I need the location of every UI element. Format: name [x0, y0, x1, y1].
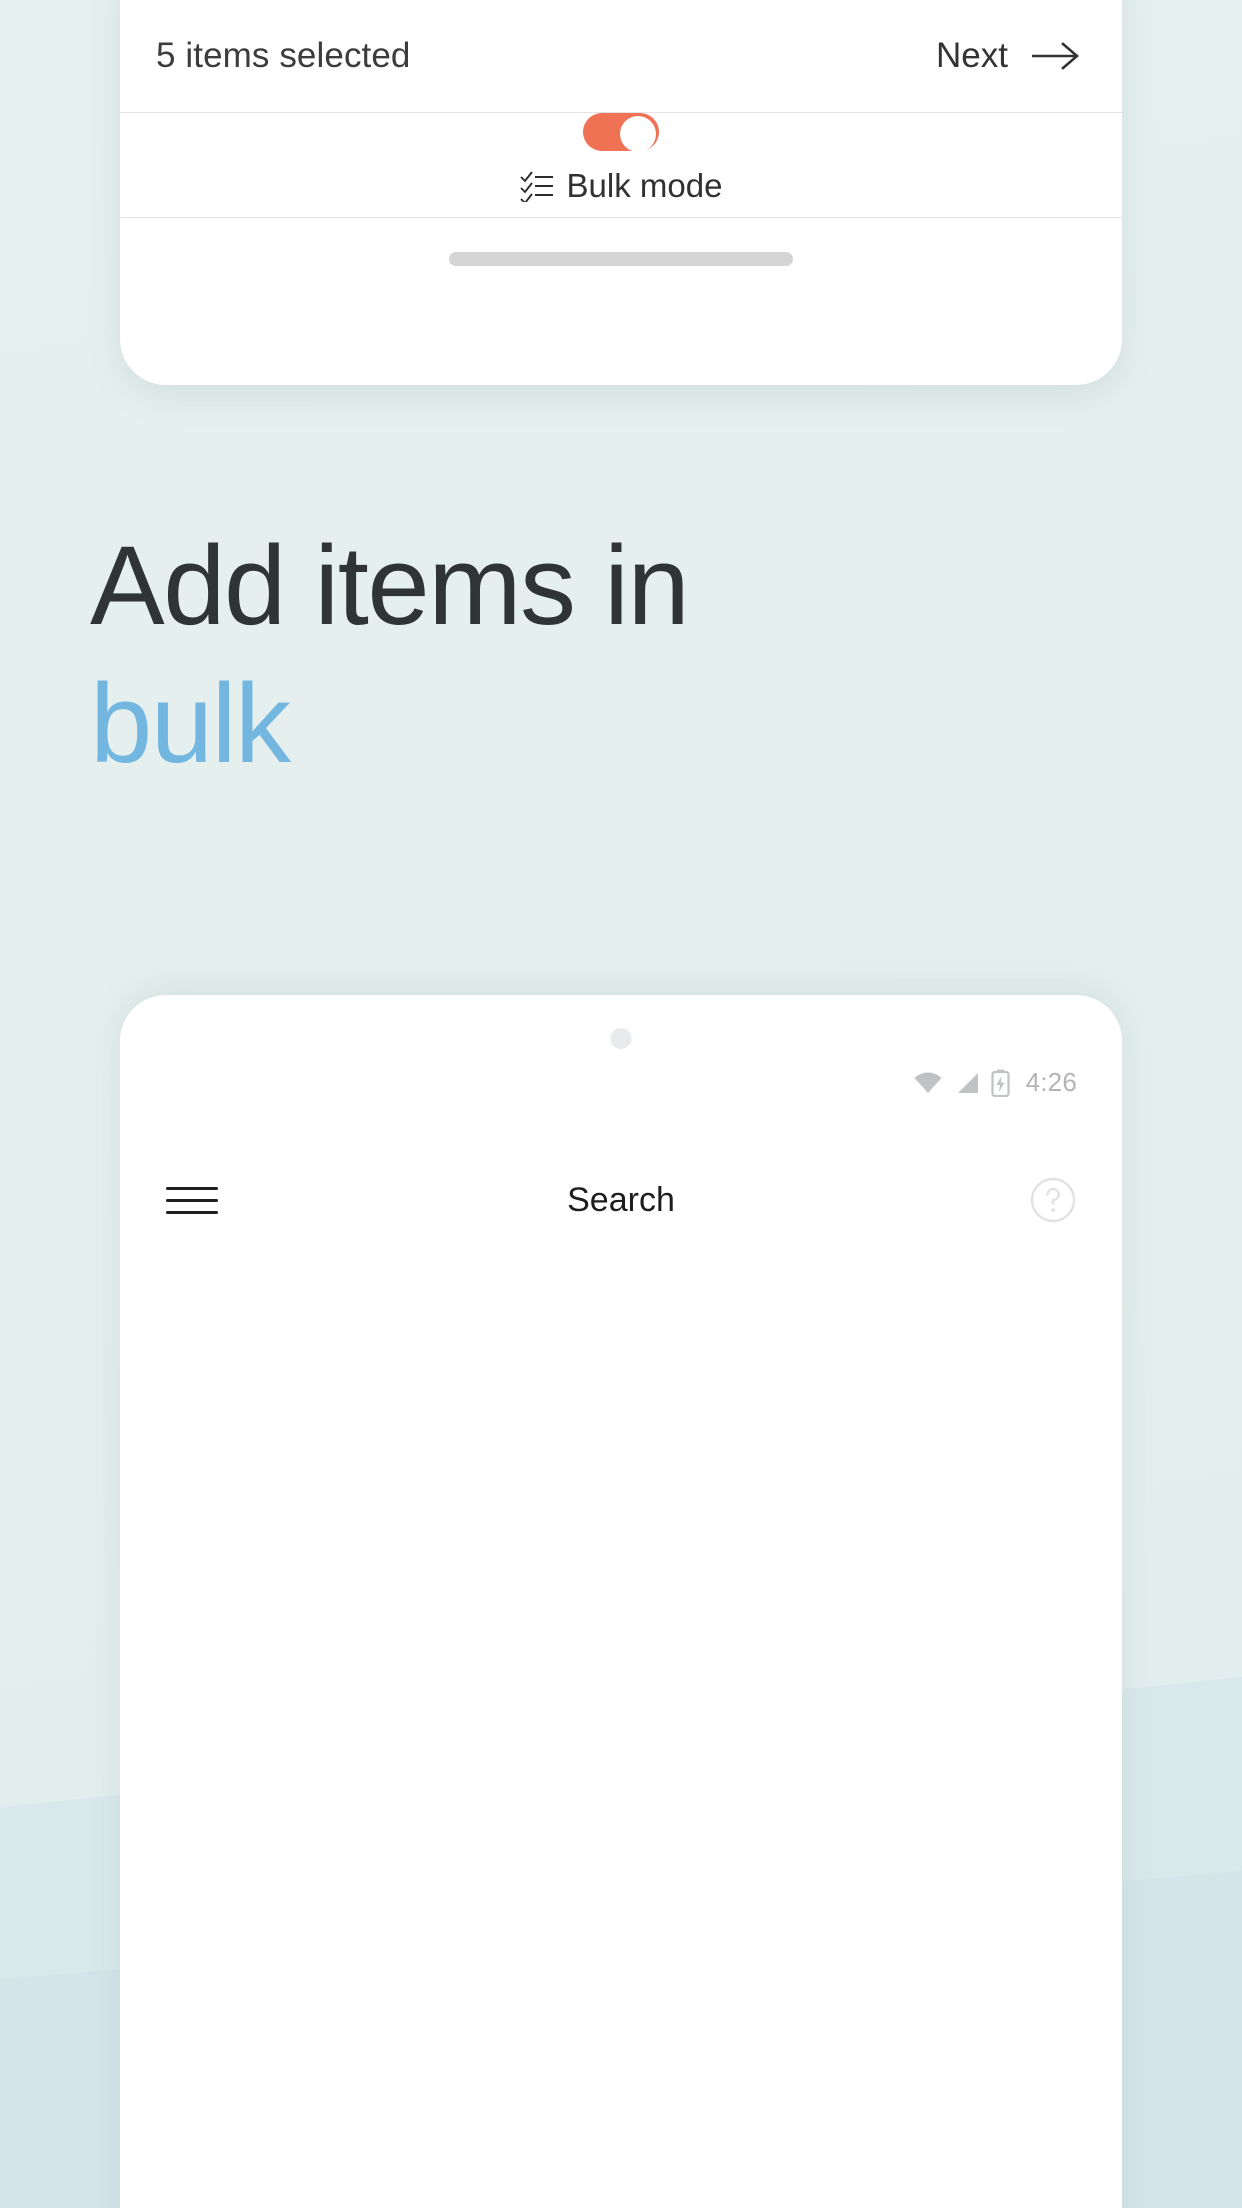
checklist-icon — [519, 171, 553, 202]
bulk-mode-section: Bulk mode — [120, 113, 1122, 218]
selected-count-label: 5 items selected — [156, 36, 411, 75]
bulk-mode-label: Bulk mode — [566, 167, 723, 204]
status-bar: 4:26 — [913, 1067, 1077, 1098]
promo-screenshot: 5 items selected Next Bulk mode Add item… — [0, 0, 1242, 2208]
selection-bar: 5 items selected Next — [120, 0, 1122, 113]
wifi-icon — [914, 1071, 942, 1093]
headline-line-2: bulk — [90, 661, 291, 786]
status-bar-time: 4:26 — [1025, 1067, 1077, 1097]
headline-line-1: Add items in — [90, 523, 690, 648]
promo-headline: Add items in bulk — [90, 530, 1090, 780]
page-title: Search — [567, 1180, 675, 1219]
next-button[interactable]: Next — [936, 36, 1090, 76]
bulk-mode-row[interactable]: Bulk mode — [519, 167, 723, 205]
bulk-mode-toggle[interactable] — [583, 113, 659, 152]
next-button-label: Next — [936, 36, 1008, 75]
phone-mockup: 4:26 Search Type to filter — [120, 995, 1122, 2208]
sheet-drag-handle[interactable] — [449, 252, 793, 266]
top-bulk-sheet: 5 items selected Next Bulk mode — [120, 0, 1122, 385]
toggle-knob — [620, 116, 656, 152]
front-camera-dot — [610, 1028, 632, 1049]
signal-icon — [957, 1072, 978, 1093]
hamburger-menu-icon[interactable] — [166, 1178, 218, 1223]
arrow-right-icon — [1032, 42, 1079, 70]
help-circle-icon[interactable] — [1024, 1177, 1076, 1223]
battery-charging-icon — [990, 1069, 1010, 1097]
app-bar: Search — [120, 1150, 1122, 1250]
